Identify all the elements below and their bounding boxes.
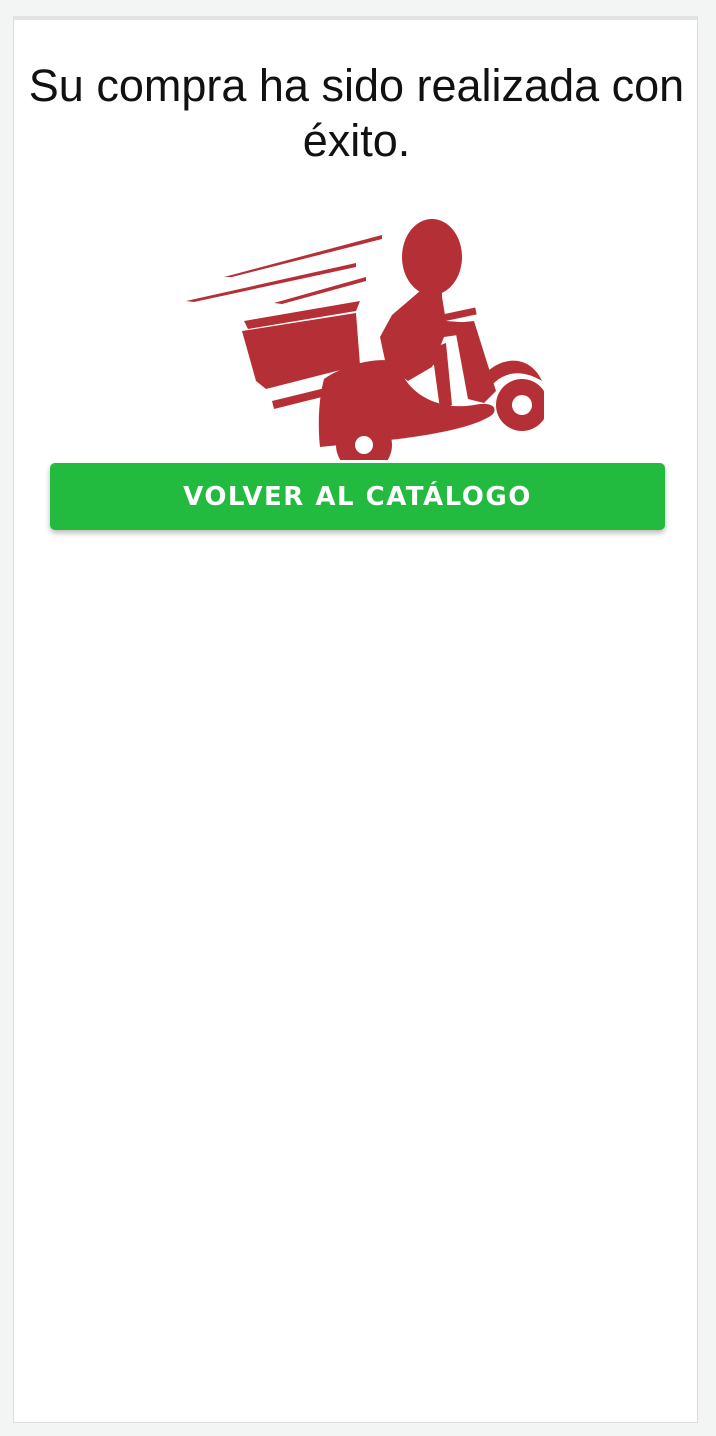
confirmation-card: Su compra ha sido realizada con éxito. V…	[13, 16, 698, 1423]
delivery-scooter-icon	[186, 219, 544, 460]
success-message: Su compra ha sido realizada con éxito.	[28, 60, 685, 166]
back-to-catalog-button[interactable]: VOLVER AL CATÁLOGO	[50, 463, 665, 530]
